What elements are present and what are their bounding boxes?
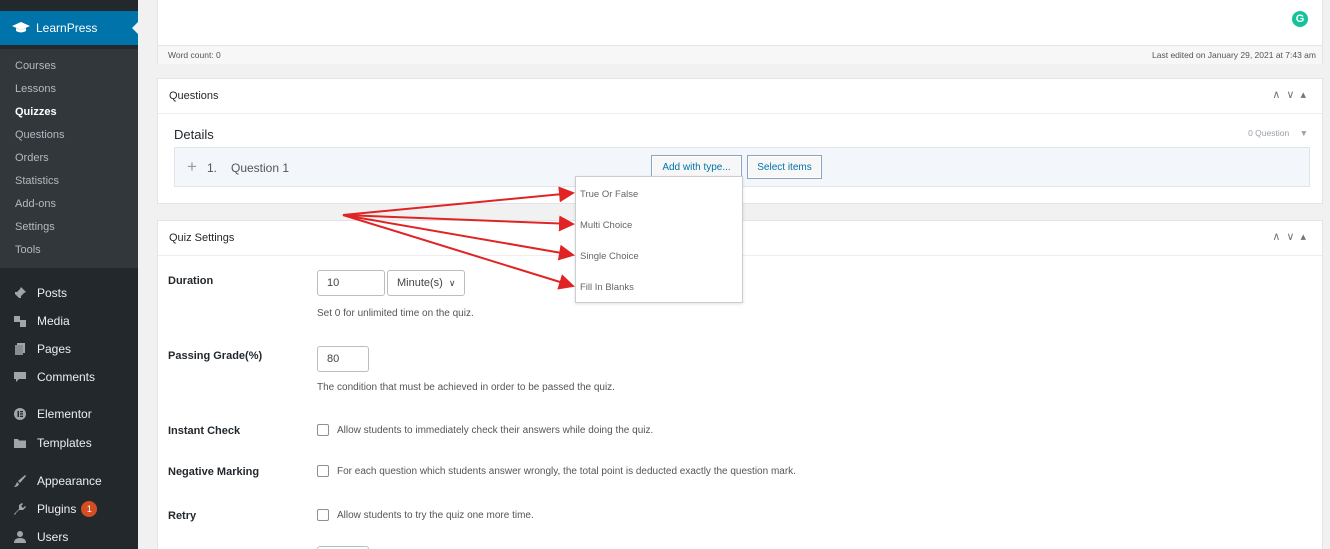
type-option-multi-choice[interactable]: Multi Choice (580, 220, 632, 231)
submenu-statistics[interactable]: Statistics (15, 175, 59, 187)
duration-description: Set 0 for unlimited time on the quiz. (317, 308, 474, 319)
sidebar-item-label: Elementor (37, 407, 92, 421)
sidebar-item-label: LearnPress (36, 21, 98, 35)
folder-icon (13, 436, 27, 450)
editor-status-bar: Word count: 0 Last edited on January 29,… (158, 45, 1322, 64)
submenu-settings[interactable]: Settings (15, 221, 55, 233)
question-title-input[interactable]: Question 1 (231, 161, 289, 175)
collapse-icon[interactable]: ▴ (1300, 231, 1312, 243)
submenu-courses[interactable]: Courses (15, 60, 56, 72)
active-notch (132, 22, 138, 34)
negative-marking-checkbox[interactable] (317, 465, 329, 477)
graduation-cap-icon (12, 22, 30, 33)
elementor-icon (13, 407, 27, 421)
retry-label: Retry (168, 510, 197, 522)
submenu-quizzes[interactable]: Quizzes (15, 106, 57, 118)
pin-icon (13, 286, 27, 300)
pages-icon (13, 342, 27, 356)
passing-grade-description: The condition that must be achieved in o… (317, 382, 615, 393)
sidebar-item-appearance[interactable]: Appearance (0, 469, 138, 493)
submenu-questions[interactable]: Questions (15, 129, 65, 141)
sidebar-item-label: Comments (37, 370, 96, 384)
instant-check-option: Allow students to immediately check thei… (317, 424, 653, 436)
submenu-tools[interactable]: Tools (15, 244, 41, 256)
type-option-single-choice[interactable]: Single Choice (580, 251, 639, 262)
duration-label: Duration (168, 275, 214, 287)
panel-controls: ∧∨▴ (1272, 88, 1312, 101)
submenu-orders[interactable]: Orders (15, 152, 49, 164)
question-number: 1. (207, 161, 218, 175)
toggle-arrow-icon[interactable]: ▼ (1300, 128, 1308, 138)
duration-input[interactable]: 10 (317, 270, 385, 296)
type-option-fill-blanks[interactable]: Fill In Blanks (580, 282, 634, 293)
user-icon (13, 530, 27, 544)
sidebar-item-label: Templates (37, 436, 92, 450)
sidebar-item-templates[interactable]: Templates (0, 431, 138, 455)
sidebar-item-users[interactable]: Users (0, 525, 138, 549)
add-icon: + (187, 157, 197, 176)
submenu-lessons[interactable]: Lessons (15, 83, 56, 95)
plugin-icon (13, 502, 27, 516)
passing-grade-input[interactable]: 80 (317, 346, 369, 372)
sidebar-item-plugins[interactable]: Plugins 1 (0, 497, 138, 521)
move-down-icon[interactable]: ∨ (1286, 89, 1300, 101)
sidebar-item-label: Media (37, 314, 70, 328)
panel-controls: ∧∨▴ (1272, 230, 1312, 243)
move-up-icon[interactable]: ∧ (1272, 89, 1286, 101)
chevron-down-icon: ∨ (448, 277, 456, 288)
instant-check-label: Instant Check (168, 425, 241, 437)
brush-icon (13, 474, 27, 488)
retry-option: Allow students to try the quiz one more … (317, 509, 534, 521)
sidebar-item-posts[interactable]: Posts (0, 281, 138, 305)
content-editor[interactable]: G Word count: 0 Last edited on January 2… (157, 0, 1323, 64)
word-count: Word count: 0 (168, 50, 221, 60)
collapse-icon[interactable]: ▴ (1300, 89, 1312, 101)
panel-header: Questions ∧∨▴ (158, 79, 1322, 114)
negative-marking-label: Negative Marking (168, 466, 260, 478)
type-option-true-false[interactable]: True Or False (580, 189, 638, 200)
instant-check-checkbox[interactable] (317, 424, 329, 436)
learnpress-submenu: Courses Lessons Quizzes Questions Orders… (0, 49, 138, 268)
sidebar-item-label: Users (37, 530, 69, 544)
passing-grade-label: Passing Grade(%) (168, 350, 263, 362)
last-edited: Last edited on January 29, 2021 at 7:43 … (1152, 50, 1316, 60)
negative-marking-option: For each question which students answer … (317, 465, 796, 477)
select-items-button[interactable]: Select items (747, 155, 822, 179)
sidebar-item-label: Pages (37, 342, 72, 356)
sidebar-item-pages[interactable]: Pages (0, 337, 138, 361)
question-type-dropdown: True Or False Multi Choice Single Choice… (575, 176, 743, 303)
sidebar-item-learnpress[interactable]: LearnPress (0, 11, 138, 45)
sidebar-item-label: Posts (37, 286, 68, 300)
sidebar-item-elementor[interactable]: Elementor (0, 402, 138, 426)
move-down-icon[interactable]: ∨ (1286, 231, 1300, 243)
update-count-badge: 1 (81, 501, 98, 517)
move-up-icon[interactable]: ∧ (1272, 231, 1286, 243)
comments-icon (13, 370, 27, 384)
details-title: Details (174, 127, 214, 142)
sidebar-item-label: Appearance (37, 474, 102, 488)
question-count: 0 Question ▼ (1248, 128, 1308, 138)
panel-title: Quiz Settings (169, 232, 235, 244)
grammarly-icon[interactable]: G (1292, 11, 1308, 27)
duration-unit-select[interactable]: Minute(s) ∨ (387, 270, 465, 296)
sidebar-item-label: Plugins (37, 502, 77, 516)
sidebar-item-media[interactable]: Media (0, 309, 138, 333)
submenu-addons[interactable]: Add-ons (15, 198, 56, 210)
sidebar-item-comments[interactable]: Comments (0, 365, 138, 389)
media-icon (13, 314, 27, 328)
admin-sidebar: LearnPress Courses Lessons Quizzes Quest… (0, 0, 138, 549)
retry-checkbox[interactable] (317, 509, 329, 521)
panel-title: Questions (169, 90, 219, 102)
